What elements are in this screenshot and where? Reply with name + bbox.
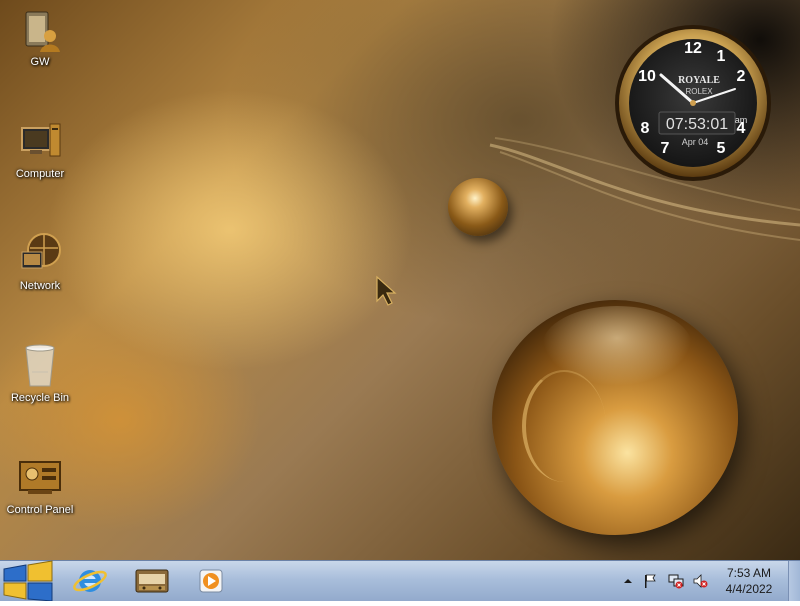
file-explorer-icon — [135, 569, 169, 593]
desktop[interactable]: GW Computer Network Recycle Bin Control … — [0, 0, 800, 560]
clock-numeral: 12 — [684, 40, 702, 57]
desktop-icon-network[interactable]: Network — [0, 230, 80, 292]
clock-gadget[interactable]: 12 1 2 4 5 7 8 10 ROYALE ROLEX 07:53:01 … — [613, 23, 773, 183]
tray-network[interactable] — [668, 573, 684, 589]
recycle-bin-icon — [16, 342, 64, 390]
volume-muted-icon — [693, 574, 708, 588]
clock-numeral: 1 — [717, 48, 726, 65]
tray-action-center[interactable] — [642, 573, 658, 589]
desktop-icon-label: GW — [30, 56, 50, 68]
clock-date: Apr 04 — [682, 137, 709, 147]
computer-icon — [16, 118, 64, 166]
clock-ampm: am — [735, 115, 748, 125]
mouse-cursor — [376, 275, 397, 306]
network-icon — [16, 230, 64, 278]
internet-explorer-icon — [73, 570, 107, 592]
taskbar-media-player[interactable] — [186, 564, 238, 598]
desktop-icon-label: Recycle Bin — [10, 392, 70, 404]
desktop-icon-label: Network — [19, 280, 61, 292]
chevron-up-icon — [624, 579, 632, 583]
taskbar: 7:53 AM 4/4/2022 — [0, 559, 800, 602]
network-disconnected-icon — [668, 574, 684, 589]
large-sphere — [492, 300, 738, 535]
clock-numeral: 8 — [641, 120, 650, 137]
clock-brand: ROYALE — [678, 75, 720, 86]
flag-icon — [645, 574, 656, 588]
taskbar-date: 4/4/2022 — [725, 582, 773, 596]
show-desktop-button[interactable] — [788, 561, 800, 601]
tray-volume[interactable] — [692, 573, 708, 589]
clock-numeral: 5 — [717, 140, 726, 157]
desktop-icon-control-panel[interactable]: Control Panel — [0, 454, 80, 516]
clock-brand-secondary: ROLEX — [685, 87, 713, 96]
taskbar-clock[interactable]: 7:53 AM 4/4/2022 — [712, 565, 786, 597]
taskbar-internet-explorer[interactable] — [64, 564, 116, 598]
desktop-icon-label: Control Panel — [6, 504, 74, 516]
desktop-icon-label: Computer — [15, 168, 65, 180]
desktop-icon-recycle-bin[interactable]: Recycle Bin — [0, 342, 80, 404]
clock-digital-time: 07:53:01 — [666, 116, 728, 133]
clock-face: 12 1 2 4 5 7 8 10 ROYALE ROLEX 07:53:01 … — [615, 25, 771, 181]
desktop-icon-gw[interactable]: GW — [0, 6, 80, 68]
clock-numeral: 7 — [661, 140, 670, 157]
taskbar-time: 7:53 AM — [726, 566, 772, 580]
clock-numeral: 2 — [737, 68, 746, 85]
small-sphere — [448, 178, 508, 236]
show-hidden-icons-button[interactable] — [620, 573, 636, 589]
notification-area — [618, 561, 710, 601]
control-panel-icon — [16, 454, 64, 502]
media-player-icon — [199, 569, 223, 593]
clock-numeral: 10 — [638, 68, 656, 85]
user-folder-icon — [16, 6, 64, 54]
start-button[interactable] — [0, 559, 56, 602]
taskbar-file-explorer[interactable] — [126, 564, 178, 598]
desktop-icon-computer[interactable]: Computer — [0, 118, 80, 180]
windows-logo-icon — [3, 560, 53, 602]
